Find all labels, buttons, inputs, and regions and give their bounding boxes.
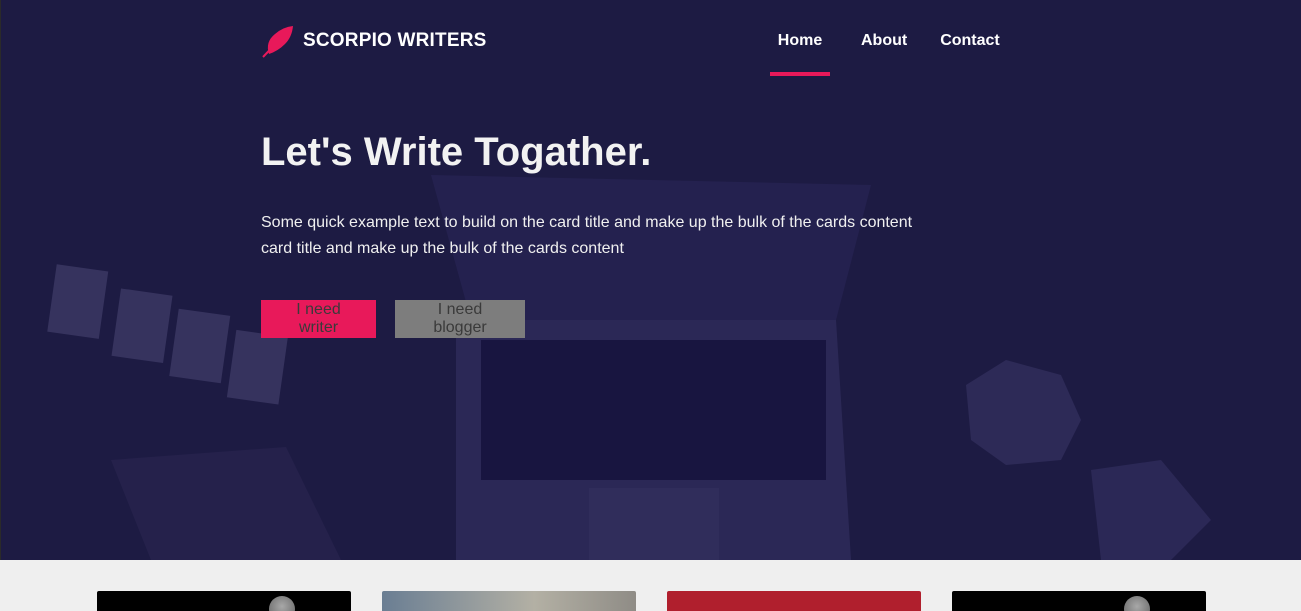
card-2[interactable] (382, 591, 636, 611)
main-nav: Home About Contact (770, 0, 1000, 78)
avatar (1124, 596, 1150, 611)
brand[interactable]: SCORPIO WRITERS (261, 24, 487, 58)
card-4[interactable] (952, 591, 1206, 611)
card-3[interactable] (667, 591, 921, 611)
nav-contact-link[interactable]: Contact (940, 0, 1000, 78)
nav-home-link[interactable]: Home (770, 0, 830, 78)
hero-lede: Some quick example text to build on the … (261, 214, 913, 257)
need-writer-button[interactable]: I need writer (261, 300, 376, 338)
avatar (269, 596, 295, 611)
cards-section (0, 560, 1301, 611)
need-blogger-button[interactable]: I need blogger (395, 300, 525, 338)
feather-icon (262, 26, 293, 58)
nav-about-link[interactable]: About (861, 0, 907, 78)
card-1[interactable] (97, 591, 351, 611)
hero-headline: Let's Write Togather. (261, 130, 652, 174)
brand-name: SCORPIO WRITERS (303, 30, 487, 51)
hero-overlay (1, 0, 1301, 560)
hero-section: SCORPIO WRITERS Home About Contact Let's… (1, 0, 1301, 560)
